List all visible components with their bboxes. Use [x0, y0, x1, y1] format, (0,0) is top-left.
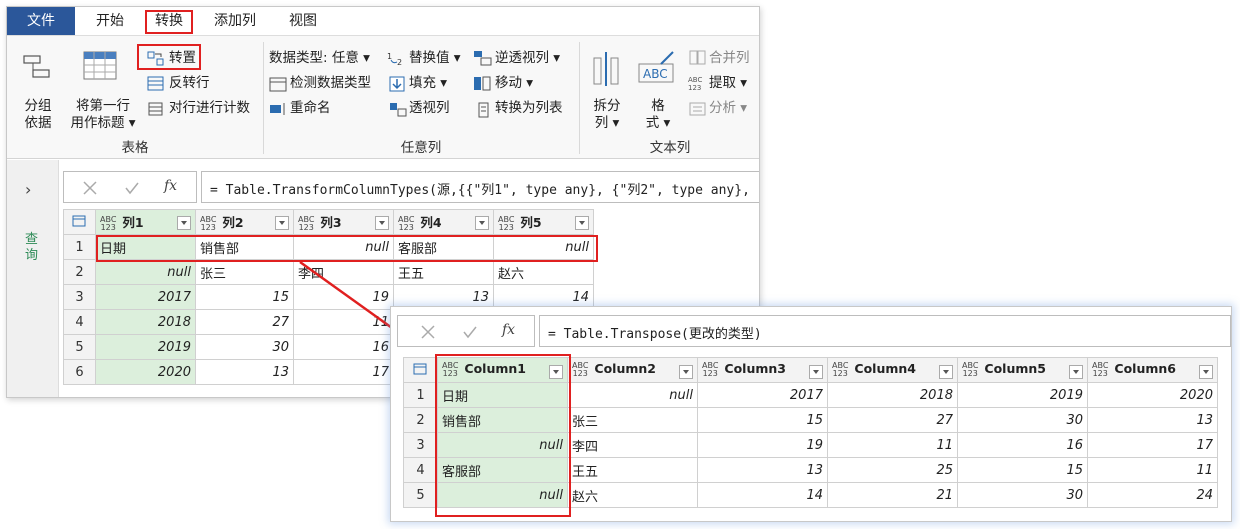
table-cell: 15 [697, 407, 828, 433]
table-cell: 19 [697, 432, 828, 458]
table-cell: 30 [957, 407, 1088, 433]
formula-controls-2: fx [397, 315, 535, 347]
formula-text-2: = Table.Transpose(更改的类型) [548, 327, 762, 342]
filter-dropdown-icon[interactable] [679, 365, 693, 379]
type-icon-123: 123 [1092, 368, 1108, 378]
table-cell: 2020 [1087, 382, 1218, 408]
column-header-4[interactable]: ABC 123 Column4 [827, 357, 958, 383]
table-cell: 17 [1087, 432, 1218, 458]
table-cell: 王五 [567, 457, 698, 483]
type-icon-123: 123 [702, 368, 718, 378]
table-cell: 16 [957, 432, 1088, 458]
table-cell: 11 [827, 432, 958, 458]
column-header-label: Column4 [854, 361, 916, 376]
row-number[interactable]: 4 [403, 457, 438, 483]
filter-dropdown-icon[interactable] [1199, 365, 1213, 379]
table-cell: 李四 [567, 432, 698, 458]
formula-bar-2[interactable]: = Table.Transpose(更改的类型) [539, 315, 1231, 347]
column-header-label: Column6 [1114, 361, 1176, 376]
table-cell: 13 [697, 457, 828, 483]
fx-label: fx [502, 322, 516, 338]
table-cell: 15 [957, 457, 1088, 483]
table-cell: 14 [697, 482, 828, 508]
filter-dropdown-icon[interactable] [939, 365, 953, 379]
table-cell: 25 [827, 457, 958, 483]
filter-dropdown-icon[interactable] [1069, 365, 1083, 379]
table-cell: 27 [827, 407, 958, 433]
table-cell: 11 [1087, 457, 1218, 483]
table-cell: 2017 [697, 382, 828, 408]
row-number[interactable]: 3 [403, 432, 438, 458]
transposed-result-window: fx = Table.Transpose(更改的类型) ABC 123 Column… [390, 306, 1232, 522]
filter-dropdown-icon[interactable] [809, 365, 823, 379]
table-menu-icon[interactable] [403, 357, 438, 383]
any-type-icon[interactable]: ABC 123 [962, 361, 978, 378]
column-header-3[interactable]: ABC 123 Column3 [697, 357, 828, 383]
table-cell: 张三 [567, 407, 698, 433]
column-header-6[interactable]: ABC 123 Column6 [1087, 357, 1218, 383]
type-icon-123: 123 [572, 368, 588, 378]
column-header-2[interactable]: ABC 123 Column2 [567, 357, 698, 383]
type-icon-123: 123 [832, 368, 848, 378]
type-icon-123: 123 [962, 368, 978, 378]
any-type-icon[interactable]: ABC 123 [572, 361, 588, 378]
row-number[interactable]: 5 [403, 482, 438, 508]
any-type-icon[interactable]: ABC 123 [832, 361, 848, 378]
table-cell: 21 [827, 482, 958, 508]
table-cell: null [567, 382, 698, 408]
table-cell: 2018 [827, 382, 958, 408]
column-header-label: Column5 [984, 361, 1046, 376]
column-header-label: Column2 [594, 361, 656, 376]
row-number[interactable]: 2 [403, 407, 438, 433]
cancel-formula-icon[interactable] [420, 324, 436, 340]
table-cell: 13 [1087, 407, 1218, 433]
column1-highlight [435, 354, 571, 517]
row-number[interactable]: 1 [403, 382, 438, 408]
any-type-icon[interactable]: ABC 123 [1092, 361, 1108, 378]
table-cell: 24 [1087, 482, 1218, 508]
commit-formula-icon[interactable] [462, 324, 478, 340]
table-cell: 30 [957, 482, 1088, 508]
column-header-5[interactable]: ABC 123 Column5 [957, 357, 1088, 383]
table-cell: 2019 [957, 382, 1088, 408]
column-header-label: Column3 [724, 361, 786, 376]
any-type-icon[interactable]: ABC 123 [702, 361, 718, 378]
table-cell: 赵六 [567, 482, 698, 508]
